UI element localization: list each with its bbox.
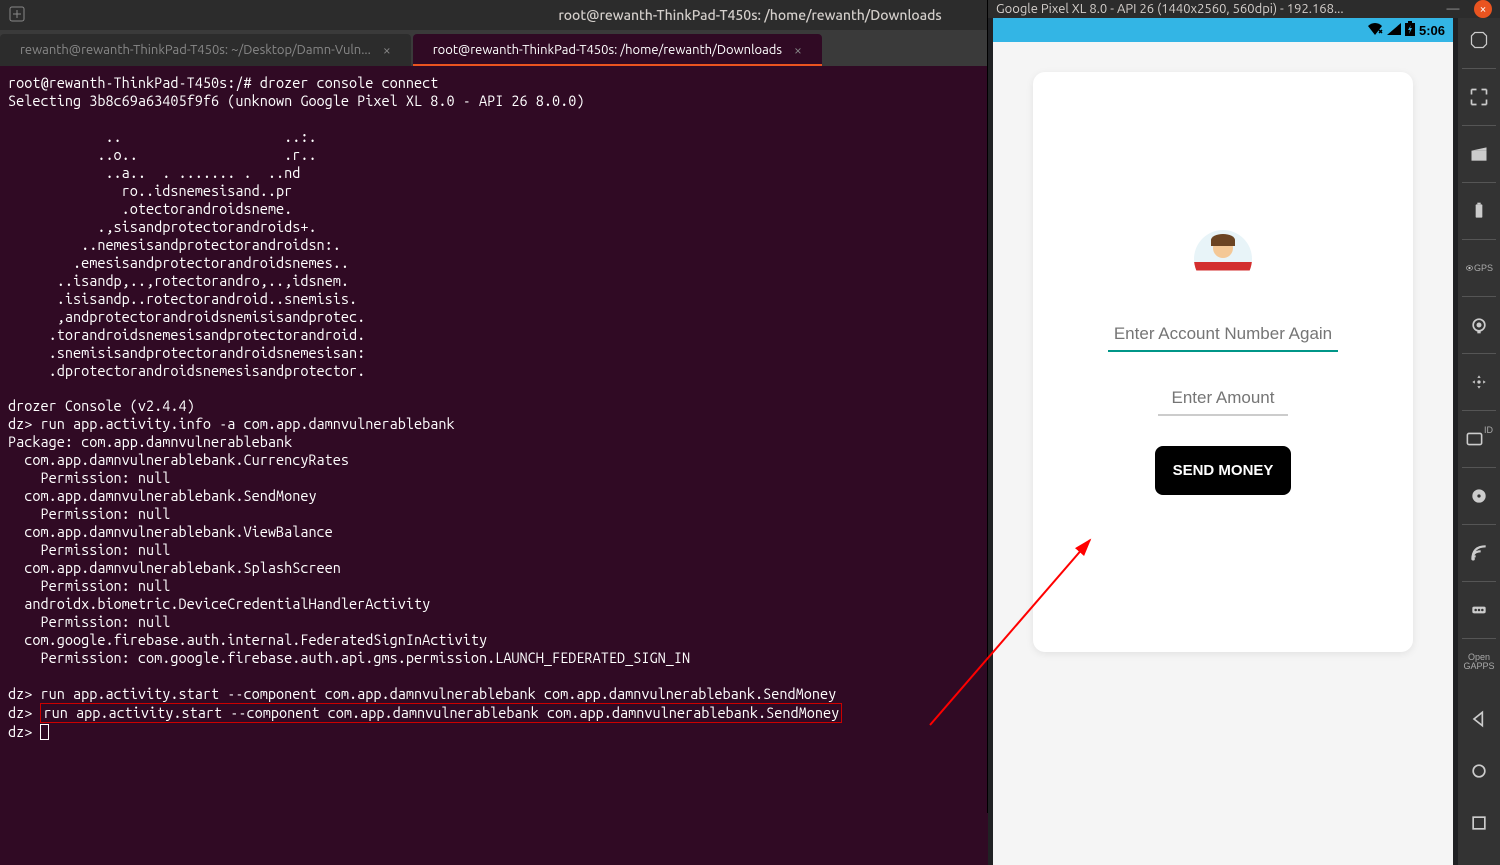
- term-line: ..o.. .r..: [8, 146, 317, 163]
- term-line: root@rewanth-ThinkPad-T450s:/# drozer co…: [8, 74, 438, 91]
- emulator-titlebar: Google Pixel XL 8.0 - API 26 (1440x2560,…: [988, 0, 1500, 18]
- terminal-tab-1[interactable]: rewanth@rewanth-ThinkPad-T450s: ~/Deskto…: [0, 34, 411, 66]
- term-line: .torandroidsnemesisandprotectorandroid.: [8, 326, 365, 343]
- term-line: androidx.biometric.DeviceCredentialHandl…: [8, 595, 430, 612]
- amount-field[interactable]: [1158, 382, 1288, 416]
- terminal-titlebar: root@rewanth-ThinkPad-T450s: /home/rewan…: [0, 0, 987, 30]
- term-line: dz> run app.activity.info -a com.app.dam…: [8, 415, 455, 432]
- terminal-window: root@rewanth-ThinkPad-T450s: /home/rewan…: [0, 0, 987, 813]
- term-line: Package: com.app.damnvulnerablebank: [8, 433, 292, 450]
- send-money-card: SEND MONEY: [1033, 72, 1413, 652]
- term-line: .. ..:.: [8, 128, 317, 145]
- term-line: drozer Console (v2.4.4): [8, 397, 195, 414]
- term-line: Permission: null: [8, 469, 170, 486]
- term-prompt: dz>: [8, 723, 40, 740]
- term-line: .otectorandroidsneme.: [8, 200, 292, 217]
- term-line: ,andprotectorandroidsnemisisandprotec.: [8, 308, 365, 325]
- emulator-title: Google Pixel XL 8.0 - API 26 (1440x2560,…: [996, 2, 1344, 16]
- gps-icon[interactable]: GPS: [1465, 254, 1493, 282]
- move-icon[interactable]: [1465, 368, 1493, 396]
- disc-icon[interactable]: [1465, 482, 1493, 510]
- term-line-prefix: dz>: [8, 704, 40, 721]
- wifi-rss-icon[interactable]: [1465, 539, 1493, 567]
- term-line: Selecting 3b8c69a63405f9f6 (unknown Goog…: [8, 92, 585, 109]
- back-nav-icon[interactable]: [1465, 705, 1493, 733]
- id-icon[interactable]: ID: [1465, 425, 1493, 453]
- term-line: .dprotectorandroidsnemesisandprotector.: [8, 362, 365, 379]
- term-line: ..isandp,..,rotectorandro,..,idsnem.: [8, 272, 349, 289]
- android-statusbar: 5:06: [993, 18, 1453, 42]
- emulator-screen-area: 5:06 SEND MONEY: [988, 18, 1458, 865]
- term-line: dz> run app.activity.start --component c…: [8, 685, 836, 702]
- home-nav-icon[interactable]: [1465, 757, 1493, 785]
- tab-close-icon[interactable]: ×: [794, 42, 802, 58]
- term-line: .,sisandprotectorandroids+.: [8, 218, 317, 235]
- tab-label: rewanth@rewanth-ThinkPad-T450s: ~/Deskto…: [20, 43, 371, 57]
- term-line: ..nemesisandprotectorandroidsn:.: [8, 236, 341, 253]
- emulator-window: Google Pixel XL 8.0 - API 26 (1440x2560,…: [987, 0, 1500, 813]
- term-line: Permission: null: [8, 505, 170, 522]
- wifi-icon: [1367, 23, 1383, 38]
- cursor: [40, 724, 49, 740]
- term-line: Permission: null: [8, 577, 170, 594]
- signal-icon: [1387, 23, 1401, 38]
- term-line: .emesisandprotectorandroidsnemes..: [8, 254, 349, 271]
- term-line: com.app.damnvulnerablebank.SplashScreen: [8, 559, 341, 576]
- term-line: ..a.. . ....... . ..nd: [8, 164, 300, 181]
- send-money-button[interactable]: SEND MONEY: [1155, 446, 1292, 495]
- terminal-title: root@rewanth-ThinkPad-T450s: /home/rewan…: [558, 7, 941, 23]
- fullscreen-icon[interactable]: [1465, 83, 1493, 111]
- phone-screen: 5:06 SEND MONEY: [993, 18, 1453, 865]
- tab-close-icon[interactable]: ×: [383, 42, 391, 58]
- emulator-sidebar: GPS ID OpenGAPPS: [1458, 18, 1500, 865]
- terminal-tabs: rewanth@rewanth-ThinkPad-T450s: ~/Deskto…: [0, 30, 987, 66]
- new-tab-icon[interactable]: [8, 5, 26, 26]
- term-line: Permission: null: [8, 613, 170, 630]
- avatar-icon: [1194, 230, 1252, 288]
- term-line: com.google.firebase.auth.internal.Federa…: [8, 631, 487, 648]
- terminal-content[interactable]: root@rewanth-ThinkPad-T450s:/# drozer co…: [0, 66, 987, 813]
- opengapps-icon[interactable]: OpenGAPPS: [1465, 653, 1493, 671]
- term-line: Permission: null: [8, 541, 170, 558]
- term-line: com.app.damnvulnerablebank.CurrencyRates: [8, 451, 349, 468]
- battery-icon: [1405, 21, 1415, 39]
- minimize-button[interactable]: —: [1444, 0, 1462, 18]
- account-number-field[interactable]: [1108, 318, 1338, 352]
- term-line: .isisandp..rotectorandroid..snemisis.: [8, 290, 357, 307]
- close-button[interactable]: ×: [1474, 0, 1492, 18]
- clapperboard-icon[interactable]: [1465, 140, 1493, 168]
- term-line: Permission: com.google.firebase.auth.api…: [8, 649, 690, 666]
- more-icon[interactable]: [1465, 596, 1493, 624]
- rotate-icon[interactable]: [1465, 26, 1493, 54]
- camera-icon[interactable]: [1465, 311, 1493, 339]
- status-time: 5:06: [1419, 23, 1445, 38]
- terminal-tab-2[interactable]: root@rewanth-ThinkPad-T450s: /home/rewan…: [413, 34, 822, 66]
- recents-nav-icon[interactable]: [1465, 809, 1493, 837]
- term-line: com.app.damnvulnerablebank.SendMoney: [8, 487, 317, 504]
- battery-icon[interactable]: [1465, 197, 1493, 225]
- term-line: .snemisisandprotectorandroidsnemesisan:: [8, 344, 365, 361]
- highlighted-command: run app.activity.start --component com.a…: [40, 703, 842, 723]
- term-line: com.app.damnvulnerablebank.ViewBalance: [8, 523, 333, 540]
- tab-label: root@rewanth-ThinkPad-T450s: /home/rewan…: [433, 43, 782, 57]
- term-line: ro..idsnemesisand..pr: [8, 182, 292, 199]
- app-content: SEND MONEY: [993, 42, 1453, 865]
